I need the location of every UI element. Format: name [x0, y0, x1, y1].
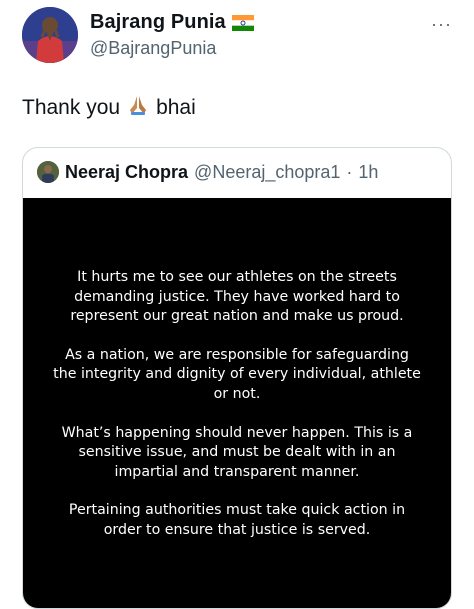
quoted-tweet-card[interactable]: Neeraj Chopra @Neeraj_chopra1 · 1h It hu…: [22, 147, 452, 609]
tweet-text-main: Thank you: [22, 96, 121, 119]
author-display-name[interactable]: Bajrang Punia: [90, 11, 226, 34]
quoted-author-handle: @Neeraj_chopra1: [194, 161, 341, 182]
author-avatar-image: [22, 7, 78, 63]
india-flag-icon: [231, 14, 254, 31]
tweet-text: Thank you bhai: [22, 93, 196, 123]
folded-hands-icon: [126, 93, 150, 123]
author-avatar[interactable]: [22, 7, 78, 63]
quoted-author-name: Neeraj Chopra: [65, 161, 189, 182]
quoted-author-avatar: [37, 161, 59, 183]
author-name-row: Bajrang Punia: [90, 11, 254, 34]
tweet-text-suffix: bhai: [156, 96, 196, 119]
statement-paragraph-3: What’s happening should never happen. Th…: [61, 424, 413, 480]
more-options-icon[interactable]: ···: [431, 14, 452, 35]
statement-paragraph-1: It hurts me to see our athletes on the s…: [70, 269, 404, 325]
quoted-tweet-header: Neeraj Chopra @Neeraj_chopra1 · 1h: [37, 161, 378, 183]
statement-text: It hurts me to see our athletes on the s…: [23, 268, 451, 560]
quoted-statement-image: It hurts me to see our athletes on the s…: [23, 198, 451, 608]
quoted-separator: ·: [346, 161, 353, 182]
author-handle[interactable]: @BajrangPunia: [90, 38, 216, 59]
quoted-timestamp: 1h: [358, 161, 379, 182]
statement-paragraph-4: Pertaining authorities must take quick a…: [68, 502, 406, 538]
statement-paragraph-2: As a nation, we are responsible for safe…: [53, 346, 421, 402]
